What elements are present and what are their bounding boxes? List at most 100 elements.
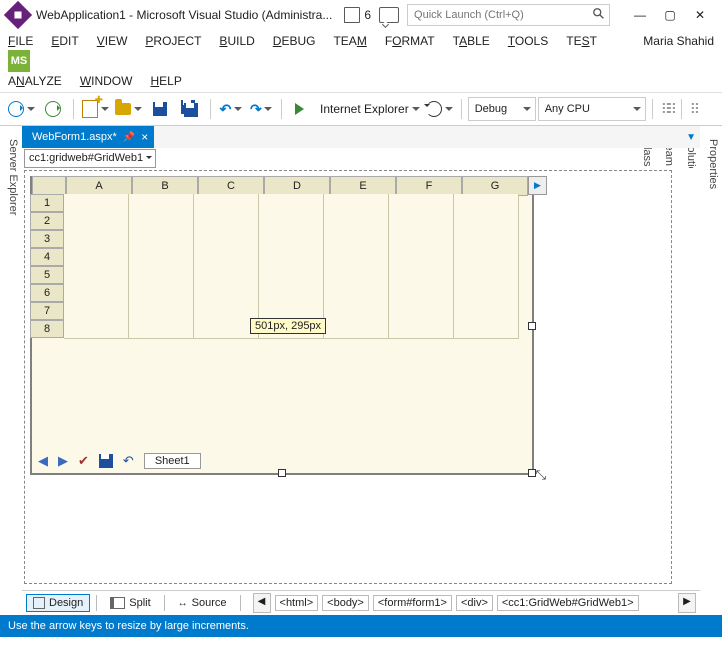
source-view-button[interactable]: ↔Source xyxy=(171,594,234,612)
cell[interactable] xyxy=(64,230,129,249)
row-header-1[interactable]: 1 xyxy=(30,194,64,212)
cell[interactable] xyxy=(259,284,324,303)
row-header-8[interactable]: 8 xyxy=(30,320,64,338)
cell[interactable] xyxy=(324,266,389,285)
cell[interactable] xyxy=(389,212,454,231)
new-item-button[interactable] xyxy=(80,97,111,121)
browser-combo[interactable]: Internet Explorer xyxy=(318,97,422,121)
design-view-button[interactable]: Design xyxy=(26,594,90,612)
menu-build[interactable]: BUILD xyxy=(219,32,254,50)
col-header-g[interactable]: G xyxy=(462,176,528,196)
cell[interactable] xyxy=(129,320,194,339)
minimize-button[interactable]: — xyxy=(626,4,654,26)
undo-button[interactable]: ↶ xyxy=(217,97,245,121)
menu-format[interactable]: FORMAT xyxy=(385,32,435,50)
browser-refresh-button[interactable] xyxy=(424,97,455,121)
menu-file[interactable]: FILE xyxy=(8,32,33,50)
cell[interactable] xyxy=(324,230,389,249)
breadcrumb-form[interactable]: <form#form1> xyxy=(373,595,452,611)
breadcrumb-body[interactable]: <body> xyxy=(322,595,369,611)
cell[interactable] xyxy=(454,194,519,213)
close-button[interactable]: ✕ xyxy=(686,4,714,26)
cell[interactable] xyxy=(259,248,324,267)
save-all-button[interactable] xyxy=(176,97,204,121)
cell[interactable] xyxy=(194,284,259,303)
cell[interactable] xyxy=(64,284,129,303)
menu-tools[interactable]: TOOLS xyxy=(508,32,548,50)
menu-test[interactable]: TEST xyxy=(566,32,597,50)
cell[interactable] xyxy=(64,302,129,321)
cell[interactable] xyxy=(194,194,259,213)
grid-scroll-right[interactable]: ▶ xyxy=(528,176,547,195)
grid-prev-icon[interactable]: ◀ xyxy=(38,453,48,469)
row-header-3[interactable]: 3 xyxy=(30,230,64,248)
nav-forward-button[interactable] xyxy=(39,97,67,121)
row-header-2[interactable]: 2 xyxy=(30,212,64,230)
cell[interactable] xyxy=(64,266,129,285)
cell[interactable] xyxy=(194,212,259,231)
grid-undo-icon[interactable]: ↶ xyxy=(123,453,134,469)
cell[interactable] xyxy=(389,248,454,267)
cell[interactable] xyxy=(129,248,194,267)
gridweb-control[interactable]: A B C D E F G ▶ 12345678 ◀ ▶ ✔ ↶ Sheet1 xyxy=(30,176,534,475)
col-header-c[interactable]: C xyxy=(198,176,264,196)
cell[interactable] xyxy=(129,284,194,303)
cell[interactable] xyxy=(389,284,454,303)
cell[interactable] xyxy=(129,302,194,321)
menu-table[interactable]: TABLE xyxy=(453,32,490,50)
row-header-6[interactable]: 6 xyxy=(30,284,64,302)
pin-icon[interactable]: 📌 xyxy=(123,132,135,143)
overflow-icon-2[interactable]: ⠿ xyxy=(688,105,698,113)
tabs-dropdown-icon[interactable]: ▼ xyxy=(686,132,696,143)
cell[interactable] xyxy=(259,230,324,249)
cell[interactable] xyxy=(194,248,259,267)
menu-view[interactable]: VIEW xyxy=(97,32,128,50)
col-header-e[interactable]: E xyxy=(330,176,396,196)
cell[interactable] xyxy=(64,320,129,339)
quick-launch-input[interactable] xyxy=(407,4,610,26)
close-tab-icon[interactable]: × xyxy=(141,130,148,144)
resize-handle-s[interactable] xyxy=(278,469,286,477)
cell[interactable] xyxy=(454,284,519,303)
cell[interactable] xyxy=(324,302,389,321)
start-button[interactable] xyxy=(288,97,316,121)
cell[interactable] xyxy=(259,194,324,213)
col-header-d[interactable]: D xyxy=(264,176,330,196)
cell[interactable] xyxy=(194,230,259,249)
row-header-5[interactable]: 5 xyxy=(30,266,64,284)
sheet-tab[interactable]: Sheet1 xyxy=(144,453,201,469)
menu-team[interactable]: TEAM xyxy=(333,32,366,50)
redo-button[interactable]: ↶ xyxy=(247,97,275,121)
cell[interactable] xyxy=(324,248,389,267)
cell[interactable] xyxy=(129,266,194,285)
cell[interactable] xyxy=(324,320,389,339)
menu-window[interactable]: WINDOW xyxy=(80,72,133,90)
doc-tab-webform1[interactable]: WebForm1.aspx* 📌 × xyxy=(22,126,154,148)
col-header-a[interactable]: A xyxy=(66,176,132,196)
cell[interactable] xyxy=(454,266,519,285)
nav-back-button[interactable] xyxy=(6,97,37,121)
col-header-b[interactable]: B xyxy=(132,176,198,196)
grid-save-icon[interactable] xyxy=(99,454,113,468)
design-surface[interactable]: A B C D E F G ▶ 12345678 ◀ ▶ ✔ ↶ Sheet1 xyxy=(22,168,700,590)
menu-analyze[interactable]: ANALYZE xyxy=(8,72,62,90)
breadcrumb-div[interactable]: <div> xyxy=(456,595,493,611)
notifications[interactable]: 6 xyxy=(344,7,371,23)
properties-tab[interactable]: Properties xyxy=(704,132,722,615)
cell[interactable] xyxy=(324,284,389,303)
breadcrumb-html[interactable]: <html> xyxy=(275,595,319,611)
cell[interactable] xyxy=(64,194,129,213)
quick-launch[interactable] xyxy=(407,4,610,26)
element-selector[interactable]: cc1:gridweb#GridWeb1 xyxy=(24,149,156,168)
cell[interactable] xyxy=(454,320,519,339)
menu-debug[interactable]: DEBUG xyxy=(273,32,316,50)
cell[interactable] xyxy=(454,230,519,249)
platform-combo[interactable]: Any CPU xyxy=(538,97,646,121)
cell[interactable] xyxy=(129,212,194,231)
menu-help[interactable]: HELP xyxy=(150,72,181,90)
cell[interactable] xyxy=(454,248,519,267)
cell[interactable] xyxy=(324,212,389,231)
row-header-4[interactable]: 4 xyxy=(30,248,64,266)
cell[interactable] xyxy=(454,212,519,231)
cell[interactable] xyxy=(324,194,389,213)
